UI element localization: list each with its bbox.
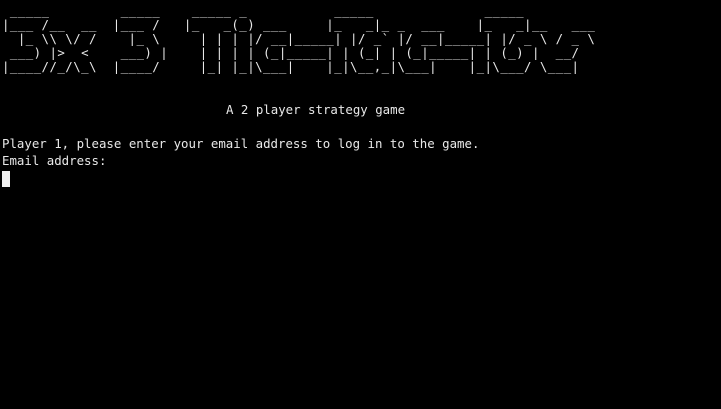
banner-line: |____//_/\_\ |____/ |_| |_|\___| |_|\__,… [2, 59, 580, 74]
terminal-window[interactable]: _____ _____ _____ _ _____ _____ |___ /__ … [0, 0, 721, 409]
email-input-label: Email address: [2, 153, 107, 168]
banner-line: _____ _____ _____ _ _____ _____ [2, 3, 525, 18]
game-subtitle: A 2 player strategy game [226, 102, 406, 117]
ascii-title-banner: _____ _____ _____ _ _____ _____ |___ /__ … [2, 4, 595, 74]
banner-line: |_ \\ \/ / |_ \ | | | |/ __|_____| |/ _`… [2, 31, 596, 46]
text-cursor[interactable] [2, 171, 10, 187]
banner-line: ___) |> < ___) | | | | | (_|_____| | (_|… [2, 45, 580, 60]
login-prompt: Player 1, please enter your email addres… [2, 136, 480, 151]
banner-line: |___ /__ __ |___ / |_ _(_) ___ |_ _|_ _ … [2, 17, 596, 32]
